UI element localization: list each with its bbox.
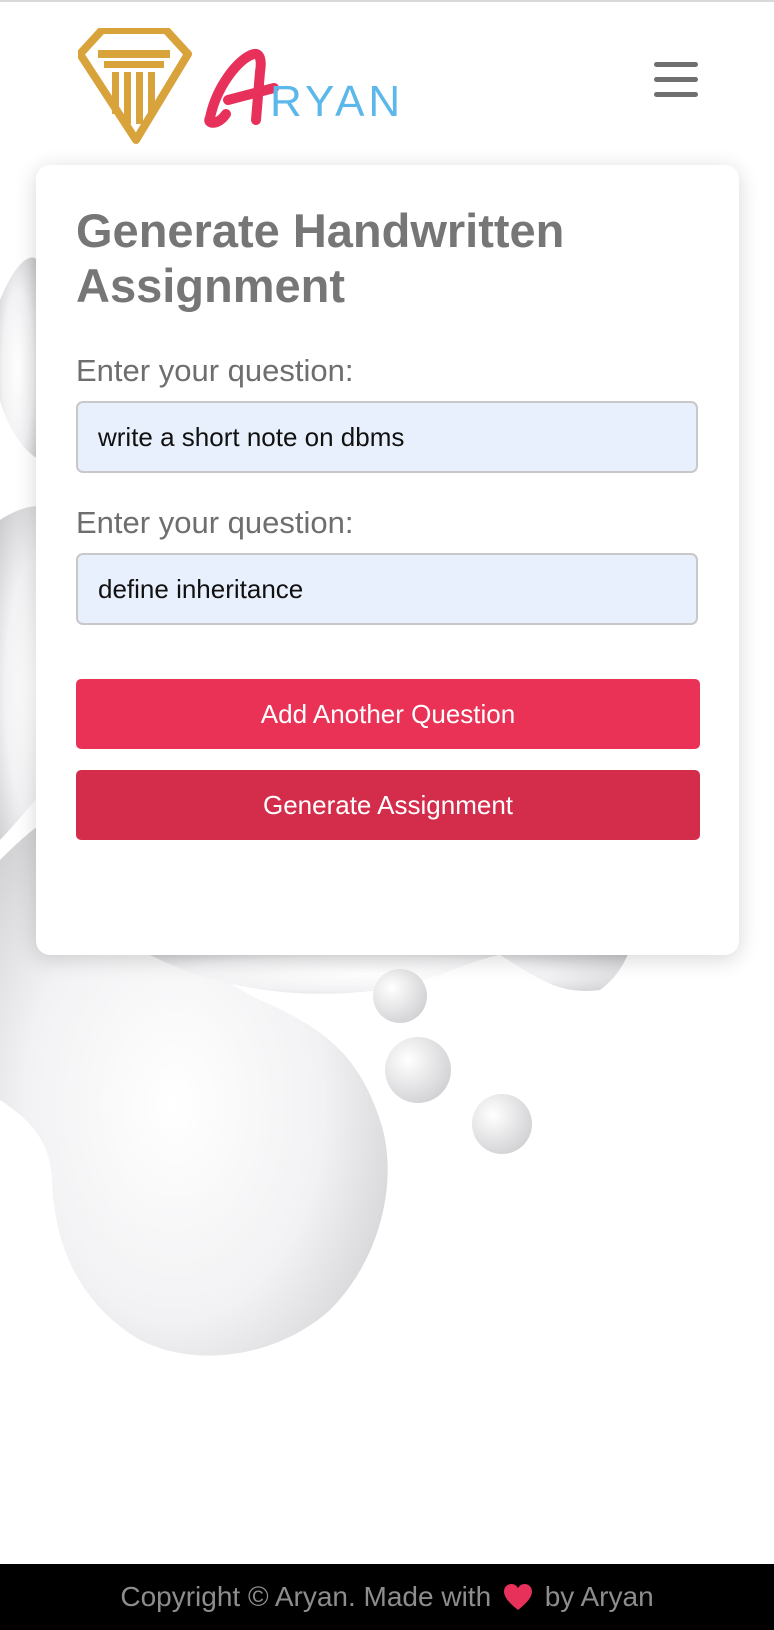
site-header: RYAN bbox=[0, 2, 774, 152]
heart-icon bbox=[503, 1583, 532, 1610]
aryan-logo[interactable]: RYAN bbox=[78, 28, 434, 144]
question-label: Enter your question: bbox=[76, 505, 354, 540]
footer-author-text: by Aryan bbox=[544, 1581, 654, 1612]
question-label: Enter your question: bbox=[76, 353, 354, 388]
add-another-question-button[interactable]: Add Another Question bbox=[76, 679, 700, 749]
menu-bar bbox=[654, 62, 698, 67]
menu-bar bbox=[654, 92, 698, 97]
question-input-2[interactable] bbox=[76, 553, 698, 625]
site-footer: Copyright © Aryan. Made with by Aryan bbox=[0, 1564, 774, 1630]
hamburger-menu-icon[interactable] bbox=[652, 58, 700, 102]
assignment-form-card: Generate Handwritten Assignment Enter yo… bbox=[36, 165, 739, 955]
pillar-emblem-icon bbox=[78, 28, 192, 144]
page-title: Generate Handwritten Assignment bbox=[76, 204, 565, 312]
svg-text:RYAN: RYAN bbox=[270, 77, 404, 126]
generate-assignment-button[interactable]: Generate Assignment bbox=[76, 770, 700, 840]
question-input-1[interactable] bbox=[76, 401, 698, 473]
menu-bar bbox=[654, 77, 698, 82]
footer-copyright-text: Copyright © Aryan. Made with bbox=[120, 1581, 492, 1612]
